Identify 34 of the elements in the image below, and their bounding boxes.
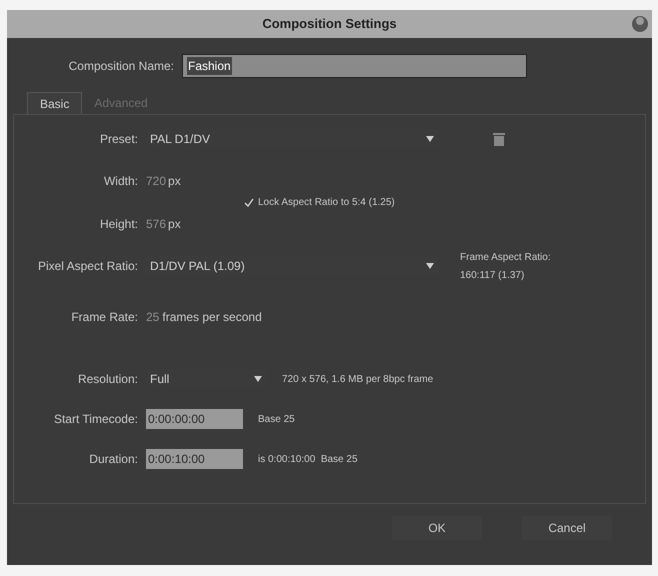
unit-label: px <box>168 173 181 190</box>
caret-icon <box>426 263 434 269</box>
field-label: Resolution: <box>78 372 138 386</box>
trash-icon[interactable] <box>493 132 505 146</box>
field-label: Preset: <box>100 132 138 146</box>
timecode-info: Base 25 <box>258 412 295 426</box>
unit-label: frames per second <box>162 309 262 326</box>
orb-icon <box>631 15 649 33</box>
dialog-button[interactable]: Cancel <box>522 516 612 540</box>
field-label: Duration: <box>89 452 138 466</box>
field-label: Composition Name: <box>68 59 174 73</box>
width-value[interactable]: 720 <box>146 172 166 190</box>
field-label: Width: <box>104 174 138 188</box>
caret-icon <box>426 136 434 142</box>
duration-field[interactable]: 0:00:10:00 <box>146 449 243 469</box>
field-label: Height: <box>100 217 138 231</box>
timecode-field[interactable]: 0:00:00:00 <box>146 409 243 429</box>
tab[interactable]: Basic <box>27 92 82 114</box>
field-label: Pixel Aspect Ratio: <box>38 259 138 273</box>
field-label: Start Timecode: <box>54 412 138 426</box>
lock-aspect-checkbox[interactable]: Lock Aspect Ratio to 5:4 (1.25) <box>244 195 395 210</box>
name-field[interactable]: Fashion <box>182 54 527 78</box>
caret-icon <box>254 376 262 382</box>
frame-rate-value[interactable]: 25 <box>146 308 160 326</box>
window-title: Composition Settings <box>262 15 397 34</box>
unit-label: px <box>168 216 181 233</box>
resolution-info: 720 x 576, 1.6 MB per 8bpc frame <box>282 372 434 386</box>
field-label: Frame Rate: <box>71 310 138 324</box>
frame-aspect-value: 160:117 (1.37) <box>460 269 526 283</box>
dialog-button[interactable]: OK <box>392 516 482 540</box>
frame-aspect-label: Frame Aspect Ratio: <box>460 251 551 265</box>
height-value[interactable]: 576 <box>146 215 166 233</box>
checkmark-icon <box>244 198 254 208</box>
duration-info: is 0:00:10:00 Base 25 <box>258 452 358 466</box>
